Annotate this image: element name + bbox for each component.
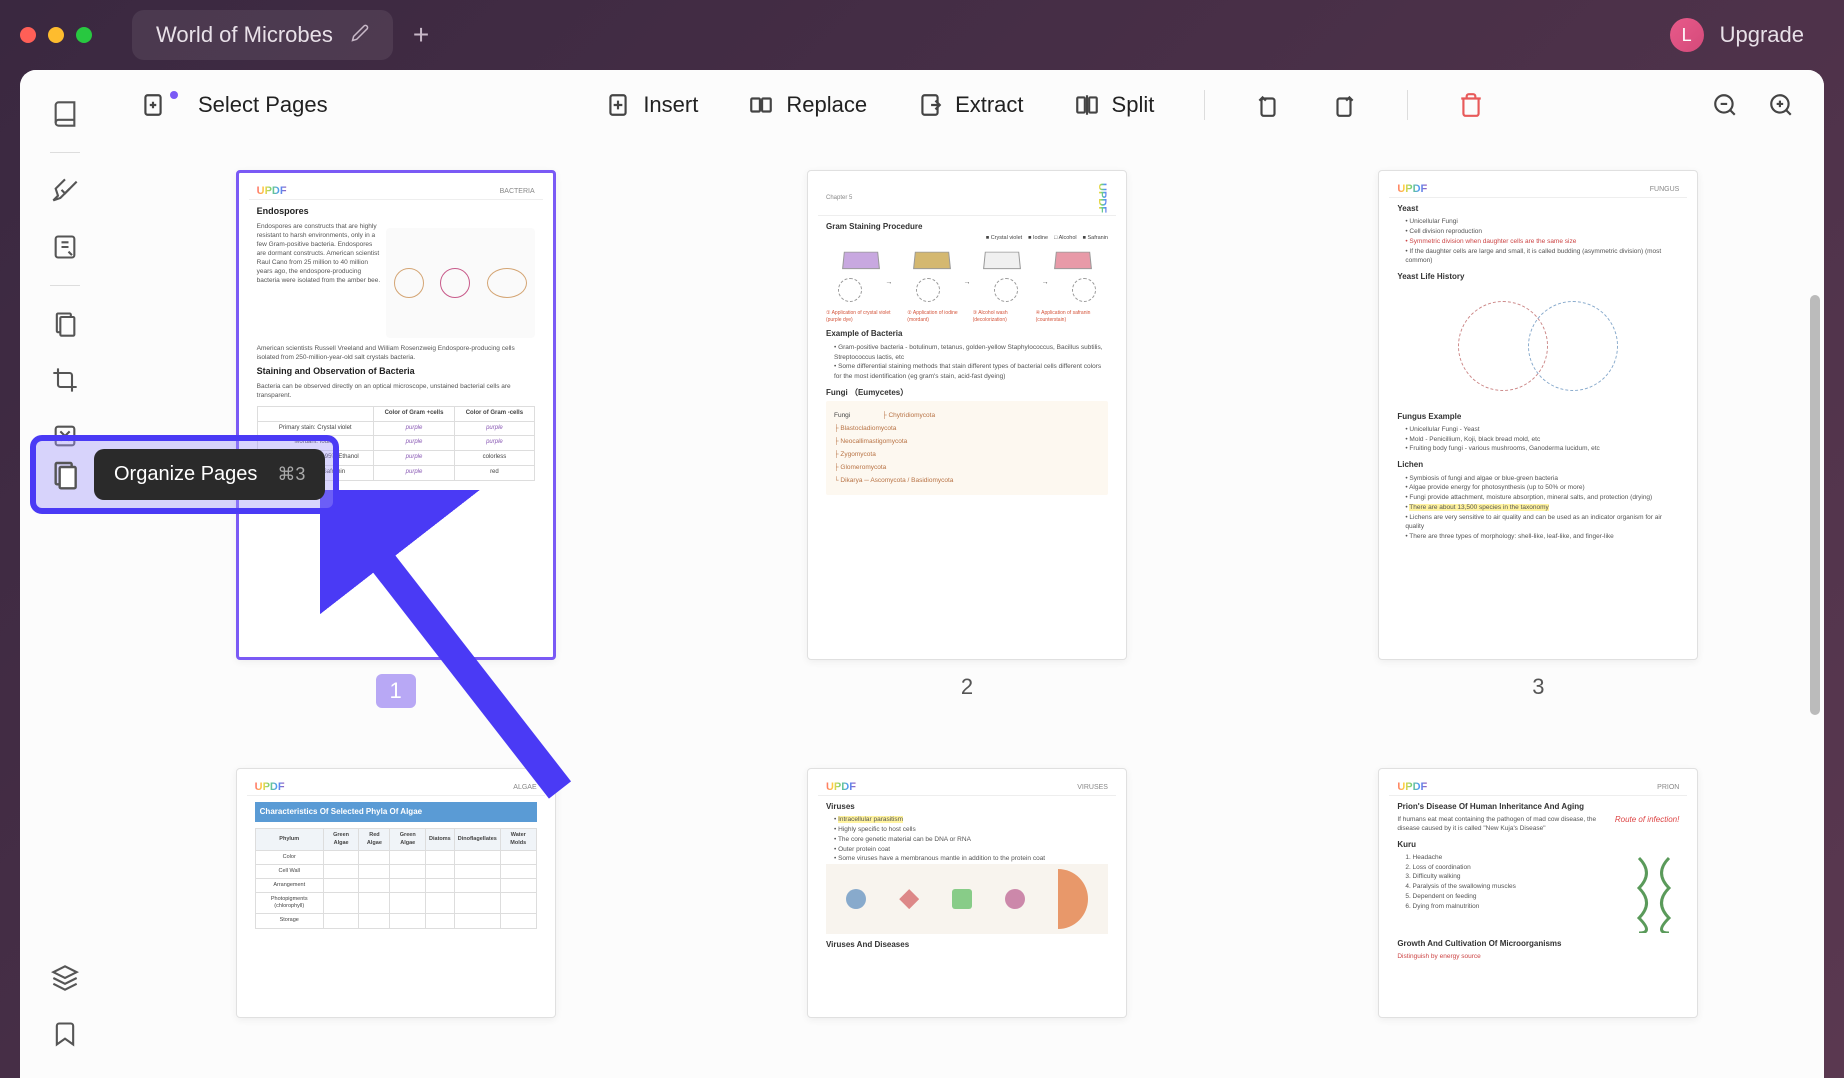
- organize-pages-icon: [44, 454, 86, 496]
- sidebar-highlighter[interactable]: [41, 167, 89, 215]
- page-thumb-2[interactable]: Chapter 5UPDF Gram Staining Procedure ■ …: [721, 170, 1212, 708]
- tooltip-shortcut: ⌘3: [277, 464, 305, 485]
- upgrade-button[interactable]: Upgrade: [1720, 22, 1804, 48]
- minimize-window-button[interactable]: [48, 27, 64, 43]
- divider: [1407, 90, 1408, 120]
- page-number: 3: [1532, 674, 1544, 700]
- delete-button[interactable]: [1458, 92, 1484, 118]
- page-thumb-6[interactable]: UPDFPRION Prion's Disease Of Human Inher…: [1293, 768, 1784, 1018]
- sidebar-crop[interactable]: [41, 356, 89, 404]
- close-window-button[interactable]: [20, 27, 36, 43]
- select-pages-label: Select Pages: [198, 92, 328, 118]
- traffic-lights: [20, 27, 92, 43]
- split-label: Split: [1112, 92, 1155, 118]
- sidebar-edit[interactable]: [41, 223, 89, 271]
- replace-label: Replace: [786, 92, 867, 118]
- scrollbar[interactable]: [1810, 295, 1820, 1058]
- zoom-out-button[interactable]: [1712, 92, 1738, 118]
- toolbar: Select Pages Insert Replace Extract: [110, 70, 1824, 140]
- divider: [50, 285, 80, 286]
- page-thumb-5[interactable]: UPDFVIRUSES Viruses • Intracellular para…: [721, 768, 1212, 1018]
- scrollbar-thumb[interactable]: [1810, 295, 1820, 715]
- content-area: Select Pages Insert Replace Extract: [20, 70, 1824, 1078]
- titlebar: World of Microbes + L Upgrade: [0, 0, 1844, 70]
- indicator-dot: [170, 91, 178, 99]
- divider: [1204, 90, 1205, 120]
- extract-button[interactable]: Extract: [917, 92, 1023, 118]
- sidebar-organize-pages[interactable]: [41, 300, 89, 348]
- rotate-left-button[interactable]: [1255, 92, 1281, 118]
- rotate-right-button[interactable]: [1331, 92, 1357, 118]
- maximize-window-button[interactable]: [76, 27, 92, 43]
- user-avatar[interactable]: L: [1670, 18, 1704, 52]
- tooltip-label: Organize Pages: [114, 463, 257, 486]
- page-thumb-3[interactable]: UPDFFUNGUS Yeast • Unicellular Fungi • C…: [1293, 170, 1784, 708]
- sidebar: [20, 70, 110, 1078]
- edit-tab-icon[interactable]: [351, 24, 369, 47]
- select-pages-button[interactable]: Select Pages: [140, 92, 328, 118]
- document-tab[interactable]: World of Microbes: [132, 10, 393, 60]
- tooltip-annotation: Organize Pages ⌘3: [30, 435, 339, 514]
- logo: UPDF: [257, 185, 287, 197]
- zoom-in-button[interactable]: [1768, 92, 1794, 118]
- insert-label: Insert: [643, 92, 698, 118]
- sidebar-reader-mode[interactable]: [41, 90, 89, 138]
- insert-button[interactable]: Insert: [605, 92, 698, 118]
- replace-button[interactable]: Replace: [748, 92, 867, 118]
- divider: [50, 152, 80, 153]
- arrow-annotation: [320, 490, 580, 810]
- extract-label: Extract: [955, 92, 1023, 118]
- page-number: 2: [961, 674, 973, 700]
- sidebar-bookmark[interactable]: [41, 1010, 89, 1058]
- category: BACTERIA: [500, 188, 535, 195]
- sidebar-layers[interactable]: [41, 954, 89, 1002]
- split-button[interactable]: Split: [1074, 92, 1155, 118]
- tab-title: World of Microbes: [156, 22, 333, 48]
- add-tab-button[interactable]: +: [413, 19, 429, 51]
